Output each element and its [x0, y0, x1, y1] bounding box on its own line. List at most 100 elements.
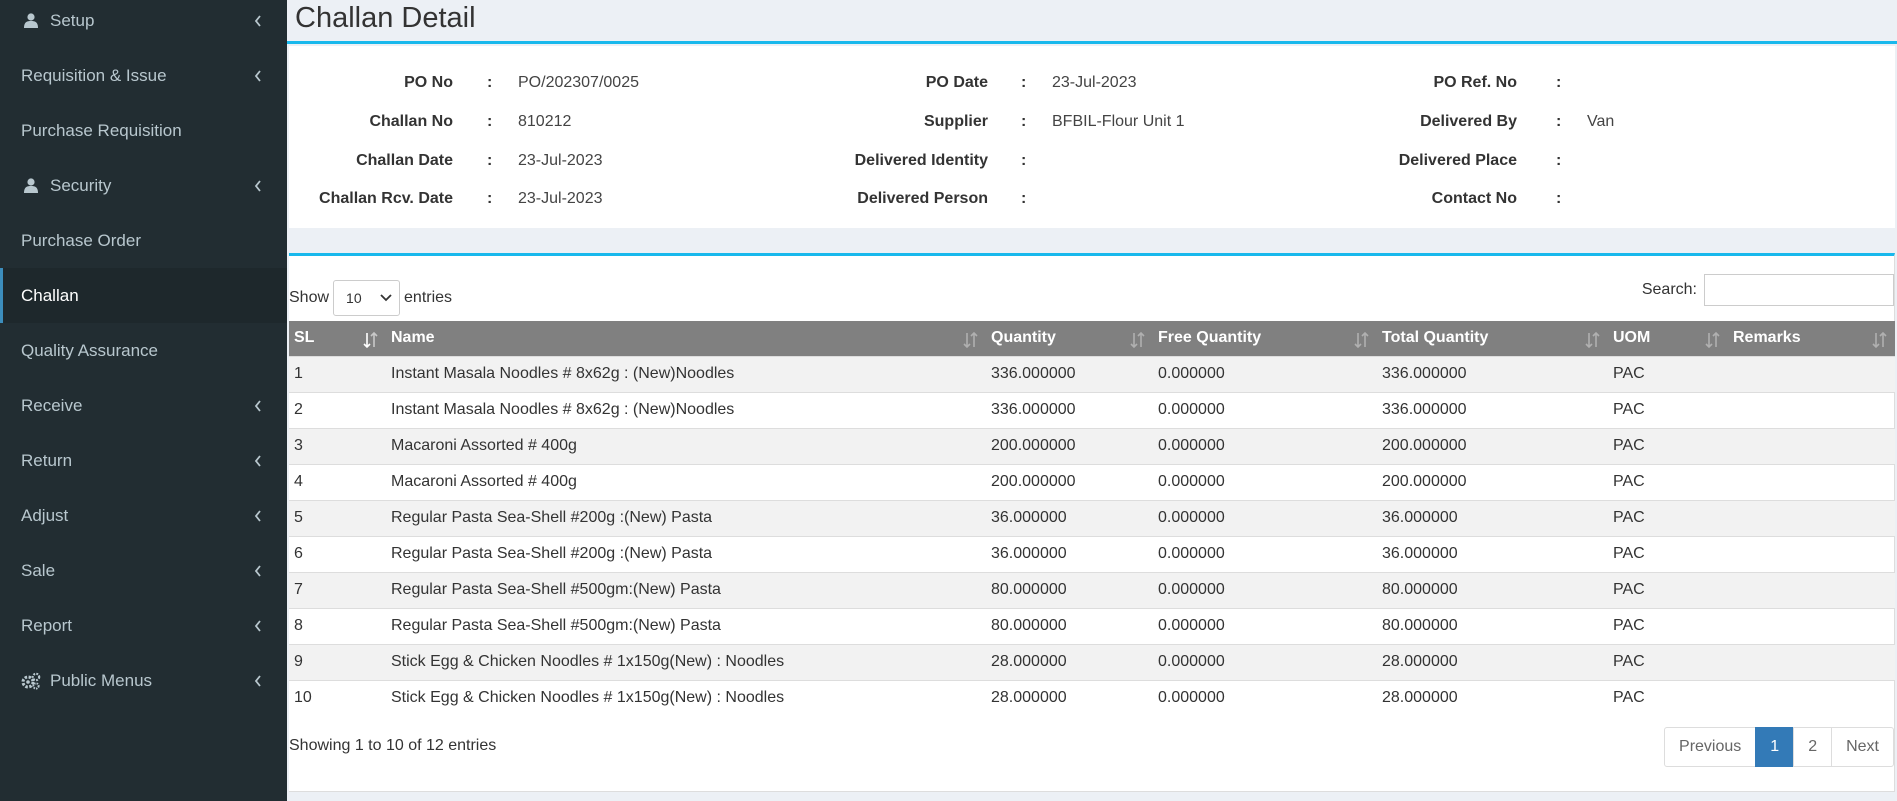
delivered-identity-label: Delivered Identity: [854, 152, 988, 169]
cell-total-quantity: 28.000000: [1377, 679, 1608, 716]
cell-quantity: 336.000000: [986, 355, 1153, 392]
cell-total-quantity: 28.000000: [1377, 643, 1608, 680]
po-date-label: PO Date: [925, 74, 988, 91]
separator: :: [1021, 113, 1027, 130]
cell-remarks: [1728, 535, 1895, 572]
delivered-person-label: Delivered Person: [857, 190, 988, 207]
delivered-place-label: Delivered Place: [1398, 152, 1517, 169]
cell-remarks: [1728, 679, 1895, 716]
sort-icon: [1585, 331, 1600, 349]
column-header-label: SL: [294, 329, 315, 347]
pagination-page-1[interactable]: 1: [1755, 727, 1795, 767]
column-header-free-quantity[interactable]: Free Quantity: [1153, 321, 1377, 356]
cell-name: Regular Pasta Sea-Shell #500gm:(New) Pas…: [386, 607, 986, 644]
cell-name: Stick Egg & Chicken Noodles # 1x150g(New…: [386, 643, 986, 680]
chevron-left-icon: [254, 69, 261, 82]
column-header-remarks[interactable]: Remarks: [1728, 321, 1895, 356]
table-row: 5 Regular Pasta Sea-Shell #200g :(New) Pa…: [289, 499, 1895, 536]
sort-icon: [1354, 331, 1369, 349]
column-header-name[interactable]: Name: [386, 321, 986, 356]
sidebar-item-public-menus[interactable]: Public Menus: [0, 653, 287, 708]
cell-remarks: [1728, 499, 1895, 536]
cell-sl: 7: [289, 571, 386, 608]
separator: :: [1021, 152, 1027, 169]
sidebar-item-setup[interactable]: Setup: [0, 0, 287, 48]
chevron-left-icon: [254, 619, 261, 632]
table-row: 6 Regular Pasta Sea-Shell #200g :(New) Pa…: [289, 535, 1895, 572]
pagination-previous[interactable]: Previous: [1664, 727, 1757, 767]
sidebar-item-label: Security: [50, 175, 112, 195]
sidebar-item-purchase-requisition[interactable]: Purchase Requisition: [0, 103, 287, 158]
info-row: PO No : PO/202307/0025 PO Date : 23-Jul-…: [289, 74, 1895, 104]
cell-name: Macaroni Assorted # 400g: [386, 463, 986, 500]
cell-uom: PAC: [1608, 607, 1728, 644]
cell-total-quantity: 80.000000: [1377, 607, 1608, 644]
sidebar-item-label: Return: [21, 450, 73, 470]
sidebar-item-label: Quality Assurance: [21, 340, 159, 360]
table-row: 9 Stick Egg & Chicken Noodles # 1x150g(Ne…: [289, 643, 1895, 680]
table-row: 10 Stick Egg & Chicken Noodles # 1x150g(N…: [289, 679, 1895, 716]
cell-sl: 6: [289, 535, 386, 572]
cell-name: Macaroni Assorted # 400g: [386, 427, 986, 464]
sidebar-item-return[interactable]: Return: [0, 433, 287, 488]
cell-total-quantity: 36.000000: [1377, 535, 1608, 572]
sidebar-item-label: Adjust: [21, 505, 69, 525]
cell-quantity: 80.000000: [986, 607, 1153, 644]
cell-free-quantity: 0.000000: [1153, 463, 1377, 500]
separator: :: [1556, 152, 1562, 169]
cell-name: Regular Pasta Sea-Shell #200g :(New) Pas…: [386, 499, 986, 536]
search-label: Search:: [1641, 281, 1697, 298]
column-header-quantity[interactable]: Quantity: [986, 321, 1153, 356]
cell-name: Instant Masala Noodles # 8x62g : (New)No…: [386, 355, 986, 392]
separator: :: [1556, 190, 1562, 207]
page-length-select[interactable]: 10: [333, 280, 401, 316]
separator: :: [1021, 190, 1027, 207]
column-header-total-quantity[interactable]: Total Quantity: [1377, 321, 1608, 356]
sidebar-item-receive[interactable]: Receive: [0, 378, 287, 433]
sidebar-item-report[interactable]: Report: [0, 598, 287, 653]
page-title: Challan Detail: [295, 2, 476, 34]
sidebar-item-security[interactable]: Security: [0, 158, 287, 213]
table-info: Showing 1 to 10 of 12 entries: [289, 737, 497, 754]
cell-sl: 2: [289, 391, 386, 428]
cell-total-quantity: 200.000000: [1377, 463, 1608, 500]
column-header-label: UOM: [1613, 329, 1651, 347]
show-label: Show: [289, 289, 330, 306]
sidebar-item-sale[interactable]: Sale: [0, 543, 287, 598]
cell-uom: PAC: [1608, 571, 1728, 608]
cell-name: Regular Pasta Sea-Shell #500gm:(New) Pas…: [386, 571, 986, 608]
column-header-uom[interactable]: UOM: [1608, 321, 1728, 356]
challan-rcv-date-value: 23-Jul-2023: [518, 190, 603, 207]
cell-sl: 3: [289, 427, 386, 464]
chevron-down-icon: [380, 294, 392, 302]
table-row: 4 Macaroni Assorted # 400g 200.000000 0.000…: [289, 463, 1895, 500]
sidebar-item-label: Challan: [21, 285, 79, 305]
sidebar-item-adjust[interactable]: Adjust: [0, 488, 287, 543]
pagination-next[interactable]: Next: [1831, 727, 1894, 767]
cell-total-quantity: 36.000000: [1377, 499, 1608, 536]
cell-uom: PAC: [1608, 391, 1728, 428]
po-no-value: PO/202307/0025: [518, 74, 639, 91]
sidebar-item-requisition-issue[interactable]: Requisition & Issue: [0, 48, 287, 103]
cell-free-quantity: 0.000000: [1153, 679, 1377, 716]
cell-quantity: 28.000000: [986, 679, 1153, 716]
cell-uom: PAC: [1608, 463, 1728, 500]
column-header-sl[interactable]: SL: [289, 321, 386, 356]
sidebar-item-challan[interactable]: Challan: [0, 268, 287, 323]
challan-date-label: Challan Date: [356, 152, 453, 169]
search-input[interactable]: [1704, 274, 1894, 306]
cell-uom: PAC: [1608, 499, 1728, 536]
separator: :: [487, 113, 493, 130]
chevron-left-icon: [254, 674, 261, 687]
items-table-panel: Show 10 entries Search: SL Name Quantity…: [289, 253, 1895, 792]
cell-total-quantity: 80.000000: [1377, 571, 1608, 608]
cell-remarks: [1728, 427, 1895, 464]
pagination-page-2[interactable]: 2: [1793, 727, 1833, 767]
cell-sl: 10: [289, 679, 386, 716]
chevron-left-icon: [254, 179, 261, 192]
sidebar-item-purchase-order[interactable]: Purchase Order: [0, 213, 287, 268]
sort-icon: [1705, 331, 1720, 349]
column-header-label: Total Quantity: [1382, 329, 1489, 347]
challan-no-label: Challan No: [369, 113, 453, 130]
sidebar-item-quality-assurance[interactable]: Quality Assurance: [0, 323, 287, 378]
